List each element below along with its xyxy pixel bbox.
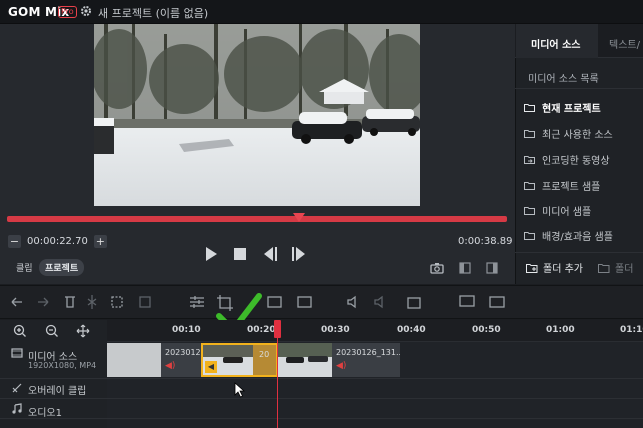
folder-action-button[interactable]: 폴더 xyxy=(598,260,633,275)
tick-label: 00:20 xyxy=(247,325,276,335)
fit-timeline-icon[interactable] xyxy=(76,324,90,338)
mouse-cursor-icon xyxy=(234,382,246,398)
timeline-clip[interactable]: 2023012 ◀) xyxy=(161,343,201,377)
folder-arrow-icon xyxy=(524,156,535,164)
current-time[interactable]: 00:00:22.70 xyxy=(25,236,90,247)
tab-text[interactable]: 텍스트/ xyxy=(609,36,640,51)
tick-label: 00:10 xyxy=(172,325,201,335)
clip-thumbnail[interactable] xyxy=(107,343,161,377)
tick-label: 01:10 xyxy=(620,325,643,335)
lib-item-label: 현재 프로젝트 xyxy=(542,104,601,115)
track-media-meta: 1920X1080, MP4 xyxy=(28,361,97,370)
preview-seek-bar[interactable] xyxy=(7,216,507,222)
folder-move-icon xyxy=(598,263,610,273)
title-bar xyxy=(0,0,643,24)
folder-icon xyxy=(524,207,535,215)
overlay-track-icon xyxy=(12,383,22,393)
lib-item-bgm-sample[interactable]: 배경/효과음 샘플 xyxy=(524,228,613,243)
mode-clip-button[interactable]: 클립 xyxy=(16,261,33,274)
folder-icon xyxy=(524,130,535,138)
tick-label: 00:40 xyxy=(397,325,426,335)
divider xyxy=(515,252,643,253)
folder-open-icon xyxy=(524,104,535,112)
lib-item-label: 최근 사용한 소스 xyxy=(542,130,613,141)
play-icon[interactable] xyxy=(204,245,218,263)
total-duration: 0:00:38.89 xyxy=(458,236,513,247)
lib-item-label: 배경/효과음 샘플 xyxy=(542,232,613,243)
tick-label: 00:30 xyxy=(321,325,350,335)
lib-item-current-project[interactable]: 현재 프로젝트 xyxy=(524,100,601,115)
track-divider xyxy=(0,418,643,419)
time-plus-button[interactable]: + xyxy=(93,235,107,248)
library-title: 미디어 소스 목록 xyxy=(528,74,599,85)
time-control: − 00:00:22.70 + xyxy=(8,234,107,249)
lib-item-label: 프로젝트 샘플 xyxy=(542,182,601,193)
folder-action-label: 폴더 xyxy=(615,264,634,275)
next-frame-icon[interactable] xyxy=(290,245,308,263)
split-left-icon[interactable] xyxy=(458,261,472,275)
prev-frame-icon[interactable] xyxy=(261,245,279,263)
track-audio-label: 오디오1 xyxy=(28,408,62,419)
lib-item-media-sample[interactable]: 미디어 샘플 xyxy=(524,203,591,218)
lib-item-recent[interactable]: 최근 사용한 소스 xyxy=(524,126,613,141)
camera-icon[interactable] xyxy=(430,261,444,275)
tab-media-source[interactable]: 미디어 소스 xyxy=(531,36,580,51)
clip-name: 20230126_131... xyxy=(336,348,400,357)
mode-project-button[interactable]: 프로젝트 xyxy=(39,259,85,276)
toolbar-icons xyxy=(11,295,505,311)
clip-name: 2023012 xyxy=(165,348,201,357)
zoom-in-icon[interactable] xyxy=(13,324,27,338)
speaker-icon: ◀) xyxy=(336,361,347,371)
folder-plus-icon xyxy=(526,263,538,273)
clip-thumbnail-image xyxy=(278,343,332,377)
project-title: 새 프로젝트 (이름 없음) xyxy=(98,7,209,20)
folder-icon xyxy=(524,232,535,240)
timeline-playhead[interactable] xyxy=(274,320,281,338)
speaker-icon: ◀ xyxy=(205,361,217,373)
stop-icon[interactable] xyxy=(233,245,247,263)
zoom-out-icon[interactable] xyxy=(45,324,59,338)
lib-item-label: 인코딩한 동영상 xyxy=(542,156,610,167)
track-overlay-label: 오버레이 클립 xyxy=(28,386,87,397)
timeline-clip[interactable]: 20230126_131... ◀) xyxy=(332,343,400,377)
split-right-icon[interactable] xyxy=(485,261,499,275)
divider xyxy=(515,88,643,89)
folder-icon xyxy=(524,182,535,190)
add-folder-button[interactable]: 폴더 추가 xyxy=(526,260,583,275)
tick-label: 00:50 xyxy=(472,325,501,335)
tick-label: 01:00 xyxy=(546,325,575,335)
add-folder-label: 폴더 추가 xyxy=(543,264,583,275)
pro-badge: Pro xyxy=(58,6,77,18)
speaker-icon: ◀) xyxy=(165,361,176,371)
clip-name: 20 xyxy=(259,350,270,359)
time-minus-button[interactable]: − xyxy=(8,235,21,248)
track-divider xyxy=(0,398,643,399)
selected-clip[interactable]: 20 ◀ xyxy=(201,343,278,377)
music-note-icon xyxy=(12,403,22,414)
seek-handle[interactable] xyxy=(293,213,305,222)
track-divider xyxy=(0,378,643,379)
lib-item-project-sample[interactable]: 프로젝트 샘플 xyxy=(524,178,600,193)
gear-icon[interactable] xyxy=(80,5,92,17)
lib-item-label: 미디어 샘플 xyxy=(542,207,592,218)
lib-item-encoded[interactable]: 인코딩한 동영상 xyxy=(524,152,610,167)
video-preview xyxy=(94,24,420,206)
media-track-icon xyxy=(11,348,23,358)
